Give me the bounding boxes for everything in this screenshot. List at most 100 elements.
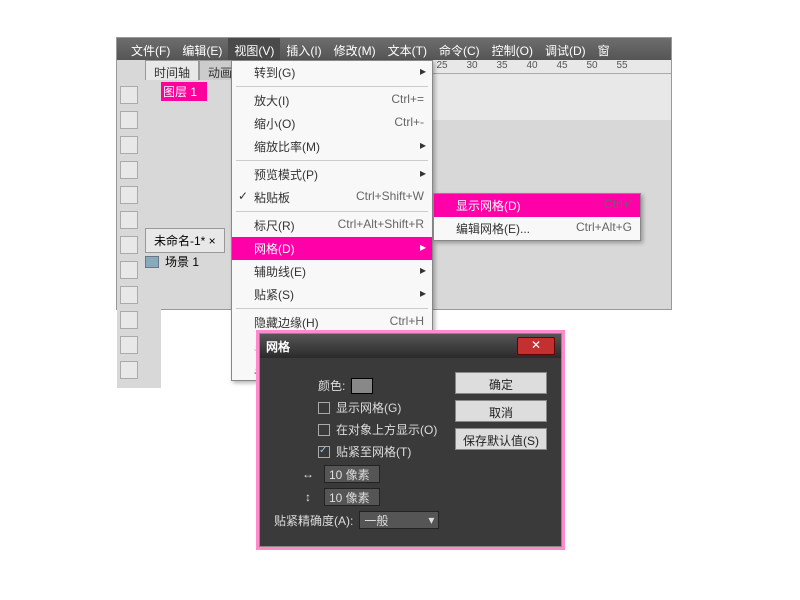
menu-shortcut: Ctrl+Alt+Shift+R — [338, 217, 424, 234]
ruler-tick: 50 — [577, 60, 607, 73]
free-transform-tool-icon[interactable] — [120, 136, 138, 154]
submenu-arrow-icon: ▸ — [420, 286, 426, 300]
menu-item-pasteboard[interactable]: 粘贴板 Ctrl+Shift+W — [232, 186, 432, 209]
scene-label: 场景 1 — [165, 253, 199, 270]
text-tool-icon[interactable] — [120, 211, 138, 229]
submenu-item-show-grid[interactable]: 显示网格(D) Ctrl+' — [434, 194, 640, 217]
submenu-arrow-icon: ▸ — [420, 240, 426, 254]
menu-item-label: 转到(G) — [254, 64, 424, 81]
menu-shortcut: Ctrl+H — [390, 314, 424, 331]
snap-accuracy-label: 贴紧精确度(A): — [274, 512, 353, 529]
menu-separator — [236, 211, 428, 212]
ruler-tick: 35 — [487, 60, 517, 73]
menu-separator — [236, 308, 428, 309]
snap-to-grid-label: 贴紧至网格(T) — [336, 443, 411, 460]
scene-icon — [145, 256, 159, 268]
ruler-tick: 45 — [547, 60, 577, 73]
grid-submenu: 显示网格(D) Ctrl+' 编辑网格(E)... Ctrl+Alt+G — [433, 193, 641, 241]
menu-separator — [236, 86, 428, 87]
timeline-ruler: 25 30 35 40 45 50 55 — [427, 60, 671, 120]
menu-separator — [236, 160, 428, 161]
menu-shortcut: Ctrl+= — [391, 92, 424, 109]
submenu-arrow-icon: ▸ — [420, 166, 426, 180]
menu-item-label: 粘贴板 — [254, 189, 356, 206]
menu-item-label: 缩小(O) — [254, 115, 394, 132]
menu-item-preview-mode[interactable]: 预览模式(P) ▸ — [232, 163, 432, 186]
menu-item-rulers[interactable]: 标尺(R) Ctrl+Alt+Shift+R — [232, 214, 432, 237]
show-grid-checkbox[interactable] — [318, 402, 330, 414]
snap-to-grid-checkbox[interactable] — [318, 446, 330, 458]
menu-insert[interactable]: 插入(I) — [280, 38, 327, 60]
menu-shortcut: Ctrl+Shift+W — [356, 189, 424, 206]
show-over-objects-checkbox[interactable] — [318, 424, 330, 436]
menu-text[interactable]: 文本(T) — [382, 38, 433, 60]
document-tab[interactable]: 未命名-1* × — [145, 228, 225, 253]
menu-item-label: 显示网格(D) — [456, 197, 604, 214]
close-button[interactable]: ✕ — [517, 337, 555, 355]
menu-item-label: 缩放比率(M) — [254, 138, 424, 155]
menu-item-label: 贴紧(S) — [254, 286, 424, 303]
menu-modify[interactable]: 修改(M) — [328, 38, 382, 60]
pen-tool-icon[interactable] — [120, 186, 138, 204]
menu-item-guides[interactable]: 辅助线(E) ▸ — [232, 260, 432, 283]
line-tool-icon[interactable] — [120, 236, 138, 254]
brush-tool-icon[interactable] — [120, 311, 138, 329]
submenu-arrow-icon: ▸ — [420, 263, 426, 277]
color-swatch[interactable] — [351, 378, 373, 394]
submenu-arrow-icon: ▸ — [420, 64, 426, 78]
menu-shortcut: Ctrl+' — [604, 197, 632, 214]
menu-item-zoom-in[interactable]: 放大(I) Ctrl+= — [232, 89, 432, 112]
grid-height-input[interactable]: 10 像素 — [324, 488, 380, 506]
tab-timeline[interactable]: 时间轴 — [145, 60, 199, 80]
flash-app-window: 文件(F) 编辑(E) 视图(V) 插入(I) 修改(M) 文本(T) 命令(C… — [116, 37, 672, 310]
dialog-titlebar[interactable]: 网格 ✕ — [260, 334, 561, 358]
scene-indicator[interactable]: 场景 1 — [145, 253, 199, 270]
menu-item-snapping[interactable]: 贴紧(S) ▸ — [232, 283, 432, 306]
grid-dialog: 网格 ✕ 颜色: 显示网格(G) 在对象上方显示(O) 贴紧至网格(T) ↔ — [259, 333, 562, 547]
menubar: 文件(F) 编辑(E) 视图(V) 插入(I) 修改(M) 文本(T) 命令(C… — [117, 38, 671, 60]
menu-item-label: 标尺(R) — [254, 217, 338, 234]
color-label: 颜色: — [318, 377, 345, 394]
snap-accuracy-dropdown[interactable]: 一般 — [359, 511, 439, 529]
menu-item-goto[interactable]: 转到(G) ▸ — [232, 61, 432, 84]
ok-button[interactable]: 确定 — [455, 372, 547, 394]
menu-item-label: 预览模式(P) — [254, 166, 424, 183]
cancel-button[interactable]: 取消 — [455, 400, 547, 422]
deco-tool-icon[interactable] — [120, 336, 138, 354]
menu-item-zoom-ratio[interactable]: 缩放比率(M) ▸ — [232, 135, 432, 158]
save-default-button[interactable]: 保存默认值(S) — [455, 428, 547, 450]
dialog-title: 网格 — [266, 338, 517, 355]
submenu-arrow-icon: ▸ — [420, 138, 426, 152]
menu-item-label: 辅助线(E) — [254, 263, 424, 280]
menu-shortcut: Ctrl+Alt+G — [576, 220, 632, 237]
ruler-tick: 55 — [607, 60, 637, 73]
pencil-tool-icon[interactable] — [120, 286, 138, 304]
lasso-tool-icon[interactable] — [120, 161, 138, 179]
menu-file[interactable]: 文件(F) — [125, 38, 176, 60]
grid-width-input[interactable]: 10 像素 — [324, 465, 380, 483]
menu-view[interactable]: 视图(V) — [228, 38, 280, 60]
selection-tool-icon[interactable] — [120, 86, 138, 104]
menu-item-label: 网格(D) — [254, 240, 424, 257]
layer-name: 图层 1 — [153, 82, 207, 101]
ruler-tick: 40 — [517, 60, 547, 73]
bone-tool-icon[interactable] — [120, 361, 138, 379]
show-over-objects-label: 在对象上方显示(O) — [336, 421, 437, 438]
menu-item-zoom-out[interactable]: 缩小(O) Ctrl+- — [232, 112, 432, 135]
menu-item-label: 编辑网格(E)... — [456, 220, 576, 237]
submenu-item-edit-grid[interactable]: 编辑网格(E)... Ctrl+Alt+G — [434, 217, 640, 240]
subselection-tool-icon[interactable] — [120, 111, 138, 129]
ruler-tick: 30 — [457, 60, 487, 73]
menu-item-grid[interactable]: 网格(D) ▸ — [232, 237, 432, 260]
menu-commands[interactable]: 命令(C) — [433, 38, 486, 60]
menu-control[interactable]: 控制(O) — [486, 38, 539, 60]
menu-item-label: 放大(I) — [254, 92, 391, 109]
menu-item-hide-edges[interactable]: 隐藏边缘(H) Ctrl+H — [232, 311, 432, 334]
horizontal-arrow-icon: ↔ — [298, 467, 318, 481]
menu-item-label: 隐藏边缘(H) — [254, 314, 390, 331]
menu-debug[interactable]: 调试(D) — [539, 38, 592, 60]
rectangle-tool-icon[interactable] — [120, 261, 138, 279]
menu-window[interactable]: 窗 — [592, 38, 616, 60]
menu-edit[interactable]: 编辑(E) — [176, 38, 228, 60]
show-grid-label: 显示网格(G) — [336, 399, 401, 416]
